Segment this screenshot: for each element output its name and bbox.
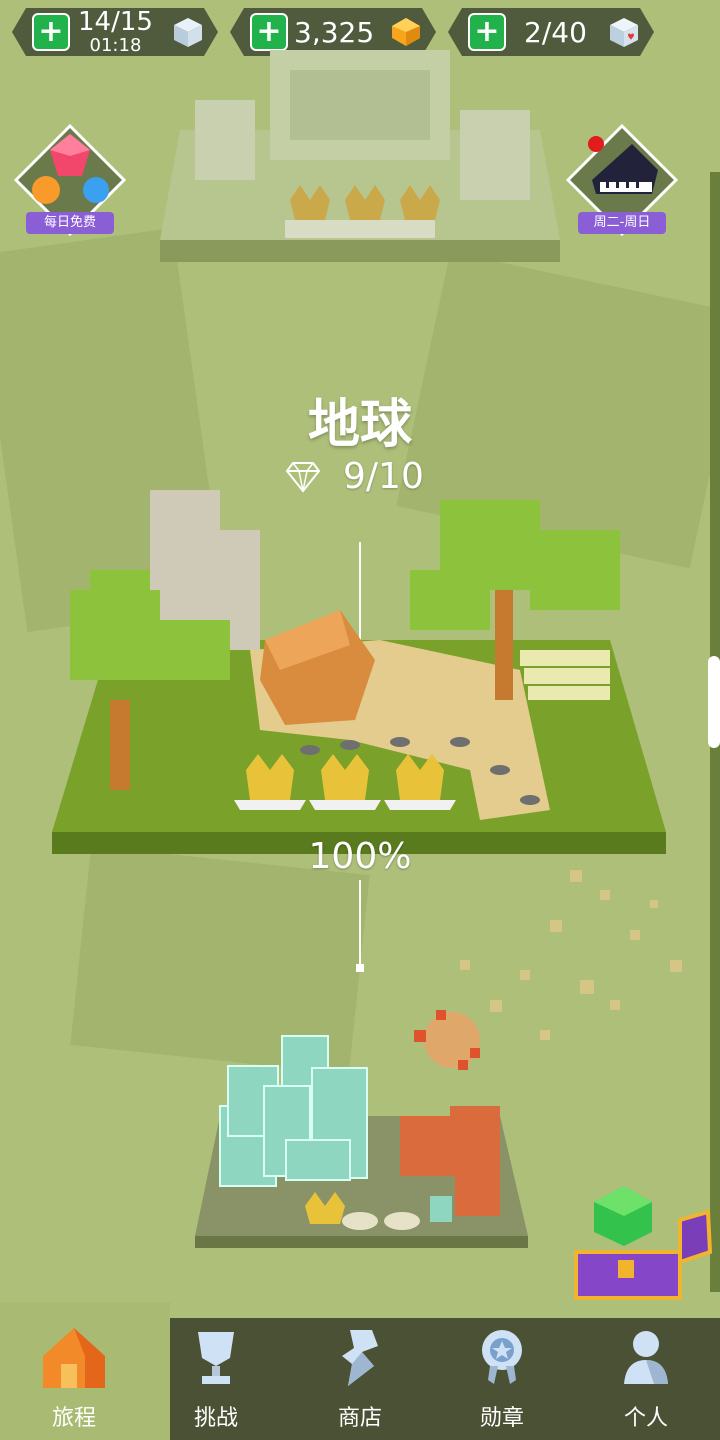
notification-dot (588, 136, 604, 152)
level-title: 地球 (307, 395, 412, 455)
daily-free-button[interactable]: 每日免费 (10, 120, 130, 240)
person-icon (624, 1331, 668, 1384)
nav-tab-shop[interactable]: 商店 (300, 1320, 420, 1440)
daily-free-label: 每日免费 (26, 212, 114, 234)
piano-event-label: 周二-周日 (578, 212, 666, 234)
trophy-icon (198, 1332, 234, 1384)
city-level-platform[interactable] (190, 1026, 535, 1256)
medal-icon (482, 1330, 522, 1384)
nav-tab-medals[interactable]: 勋章 (442, 1320, 562, 1440)
nav-tab-journey[interactable]: 旅程 (14, 1320, 134, 1440)
nav-label-medals: 勋章 (479, 1406, 524, 1431)
progress-dot (356, 964, 364, 972)
shop-icon (342, 1330, 378, 1386)
temple-level-platform[interactable] (150, 40, 570, 280)
earth-level-platform[interactable] (50, 470, 670, 860)
lives-value: 14/15 (78, 7, 153, 37)
nav-label-profile: 个人 (623, 1406, 668, 1431)
home-icon (43, 1328, 105, 1388)
nav-tab-challenge[interactable]: 挑战 (156, 1320, 276, 1440)
treasure-chest-icon[interactable] (572, 1182, 716, 1304)
nav-label-shop: 商店 (337, 1406, 382, 1431)
scrollbar-thumb[interactable] (708, 656, 720, 748)
progress-line (359, 880, 361, 966)
nav-tab-profile[interactable]: 个人 (586, 1320, 706, 1440)
nav-label-journey: 旅程 (51, 1406, 96, 1431)
heart-cube-icon (608, 16, 640, 48)
plus-icon[interactable]: + (32, 13, 70, 51)
piano-event-button[interactable]: 周二-周日 (562, 120, 682, 240)
nav-label-challenge: 挑战 (193, 1406, 238, 1431)
lives-timer: 01:18 (89, 35, 142, 56)
